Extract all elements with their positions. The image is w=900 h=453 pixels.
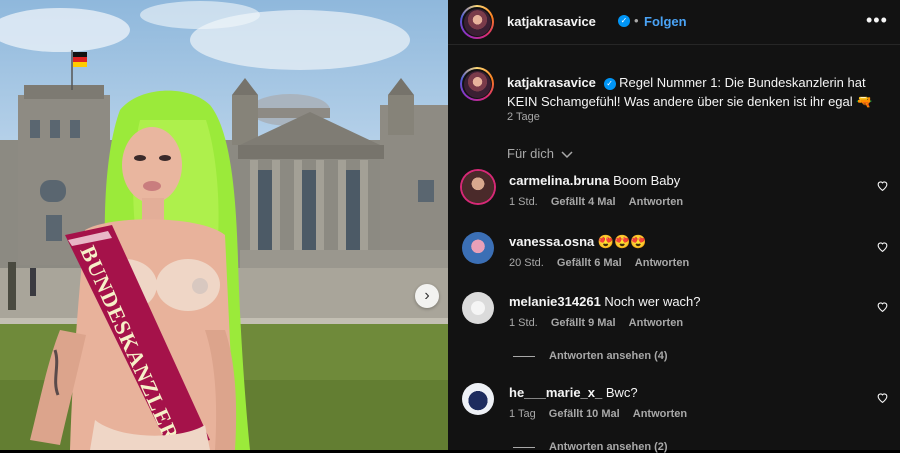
comment-time: 20 Std. — [509, 257, 544, 269]
post-header: katjakrasavice ✓ • Folgen ••• — [448, 0, 900, 45]
comment-text: Boom Baby — [613, 173, 681, 188]
commenter-avatar[interactable] — [462, 292, 494, 324]
comment-time: 1 Tag — [509, 408, 536, 420]
verified-badge-icon: ✓ — [618, 15, 630, 27]
reply-button[interactable]: Antworten — [635, 257, 689, 269]
commenter-username[interactable]: melanie314261 — [509, 294, 601, 309]
commenter-username[interactable]: vanessa.osna — [509, 234, 594, 249]
commenter-avatar[interactable] — [462, 383, 494, 415]
more-options-icon[interactable]: ••• — [866, 10, 888, 31]
sort-label: Für dich — [507, 146, 554, 161]
commenter-avatar[interactable] — [462, 232, 494, 264]
comment-item: carmelina.bruna Boom Baby 1 Std. Gefällt… — [448, 171, 900, 227]
comment-likes[interactable]: Gefällt 6 Mal — [557, 257, 622, 269]
reply-thread-line — [513, 446, 535, 448]
comment-likes[interactable]: Gefällt 10 Mal — [549, 408, 620, 420]
reply-button[interactable]: Antworten — [629, 317, 683, 329]
separator-dot: • — [634, 13, 639, 28]
next-image-button[interactable]: › — [415, 284, 439, 308]
view-replies-button[interactable]: Antworten ansehen (4) — [513, 350, 668, 362]
author-username[interactable]: katjakrasavice — [507, 14, 596, 29]
comment-text: Noch wer wach? — [604, 294, 701, 309]
heart-icon[interactable] — [876, 300, 889, 313]
caption-username[interactable]: katjakrasavice — [507, 75, 596, 90]
comment-item: he___marie_x_ Bwc? 1 Tag Gefällt 10 Mal … — [448, 383, 900, 439]
comment-likes[interactable]: Gefällt 4 Mal — [551, 196, 616, 208]
commenter-username[interactable]: carmelina.bruna — [509, 173, 609, 188]
comment-text: Bwc? — [605, 385, 638, 400]
comment-text: 😍😍😍 — [597, 234, 647, 249]
caption-timestamp: 2 Tage — [507, 111, 540, 123]
post-caption: katjakrasavice ✓ Regel Nummer 1: Die Bun… — [507, 73, 892, 111]
view-replies-button[interactable]: Antworten ansehen (2) — [513, 441, 668, 453]
commenter-username[interactable]: he___marie_x_ — [509, 385, 602, 400]
post-panel: katjakrasavice ✓ • Folgen ••• katjakrasa… — [448, 0, 900, 453]
comment-item: vanessa.osna 😍😍😍 20 Std. Gefällt 6 Mal A… — [448, 232, 900, 288]
post-photo[interactable]: BUNDESKANZLERIN › — [0, 0, 448, 450]
heart-icon[interactable] — [876, 391, 889, 404]
comment-sort-dropdown[interactable]: Für dich — [507, 146, 573, 161]
chevron-down-icon — [561, 151, 573, 158]
verified-badge-icon: ✓ — [603, 77, 616, 90]
commenter-avatar[interactable] — [462, 171, 494, 203]
heart-icon[interactable] — [876, 240, 889, 253]
comment-time: 1 Std. — [509, 196, 538, 208]
caption-avatar[interactable] — [460, 67, 494, 101]
reply-thread-line — [513, 355, 535, 357]
reply-button[interactable]: Antworten — [629, 196, 683, 208]
heart-icon[interactable] — [876, 179, 889, 192]
reichstag-scene: BUNDESKANZLERIN — [0, 1, 448, 450]
reply-button[interactable]: Antworten — [633, 408, 687, 420]
chevron-right-icon: › — [424, 287, 430, 304]
follow-button[interactable]: Folgen — [644, 14, 687, 29]
comment-likes[interactable]: Gefällt 9 Mal — [551, 317, 616, 329]
author-avatar[interactable] — [460, 5, 494, 39]
comment-time: 1 Std. — [509, 317, 538, 329]
comment-item: melanie314261 Noch wer wach? 1 Std. Gefä… — [448, 292, 900, 348]
